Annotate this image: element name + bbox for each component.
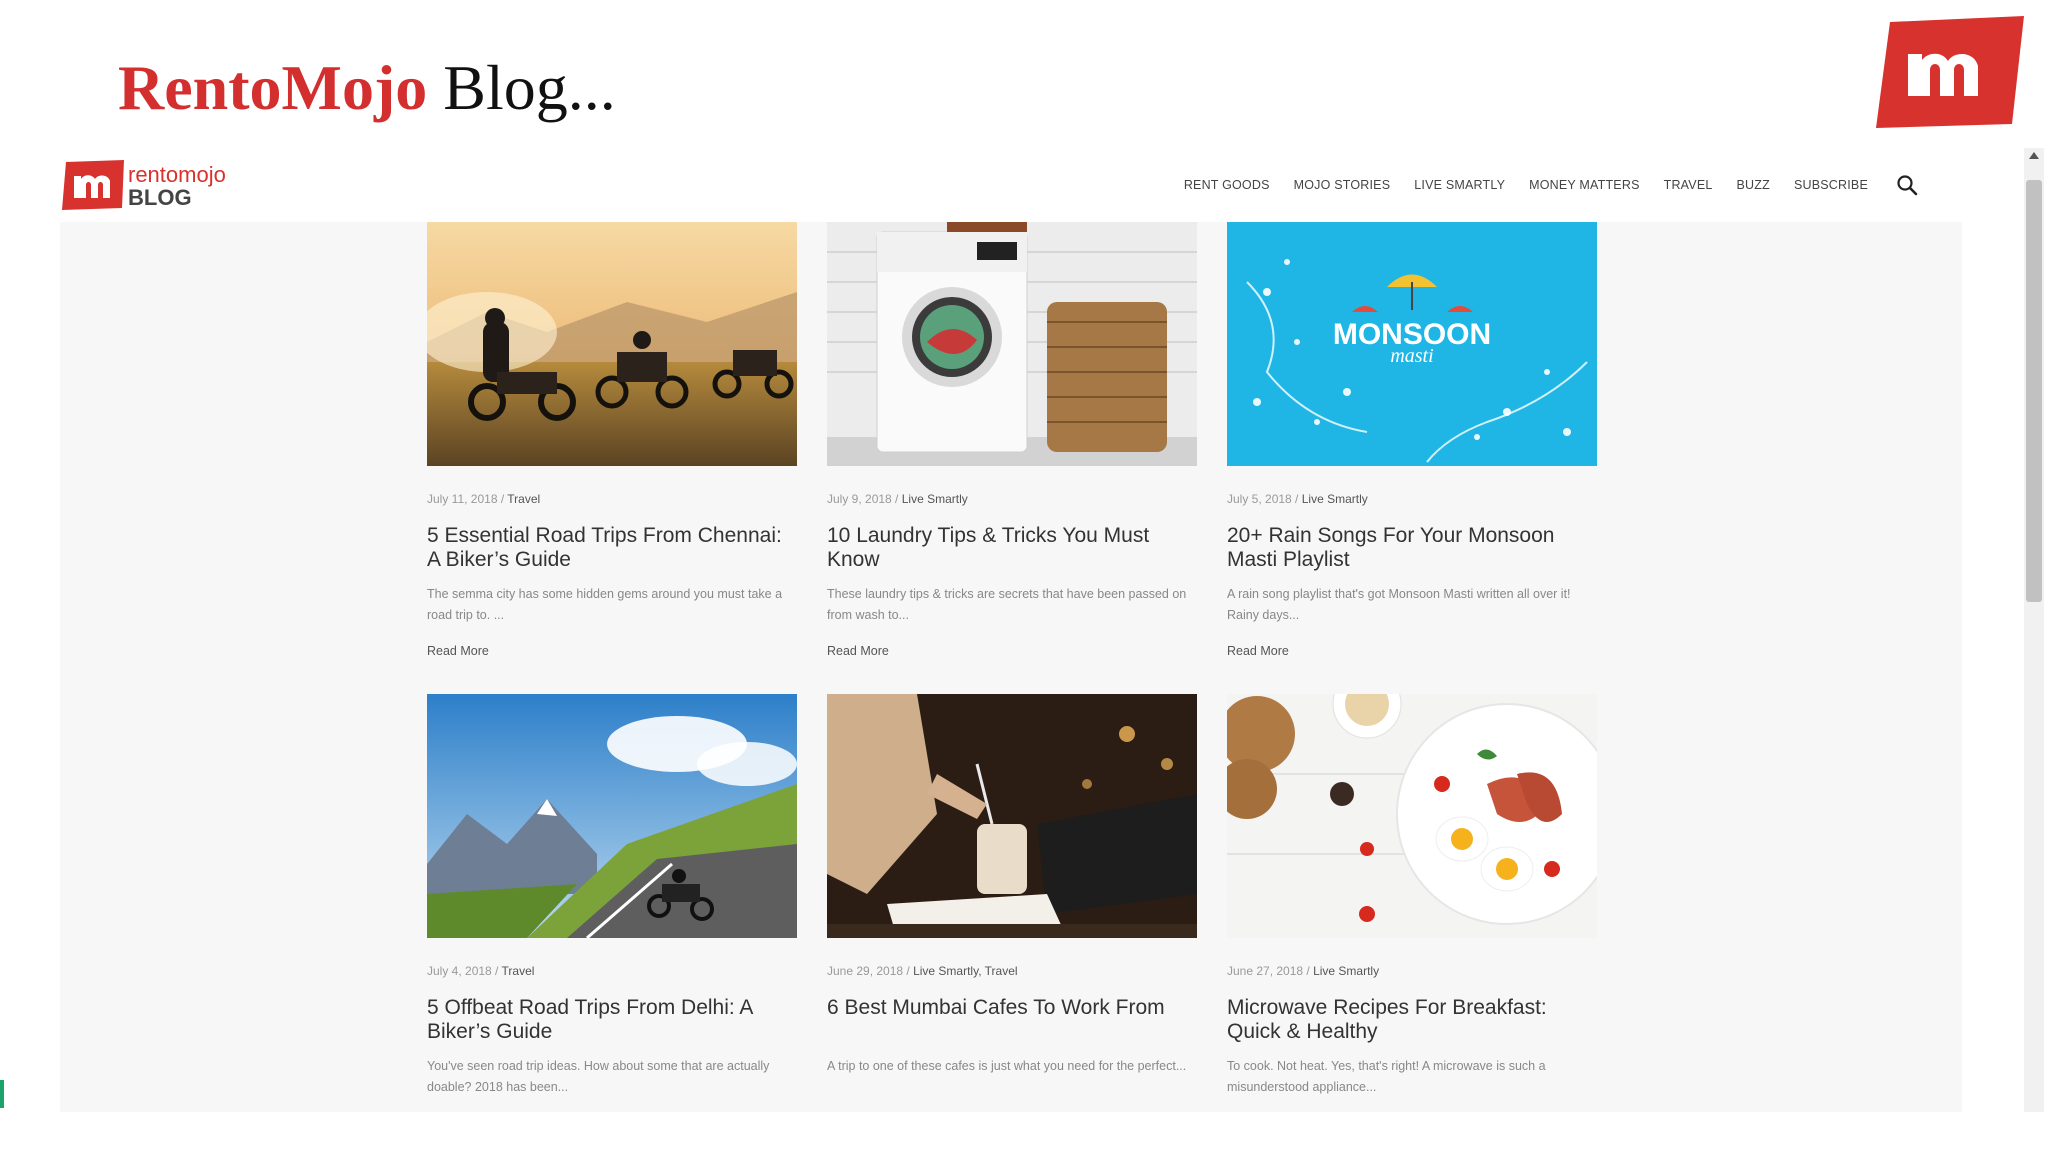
read-more-link[interactable]: Read More: [827, 644, 889, 658]
site-header: rentomojo BLOG RENT GOODS MOJO STORIES L…: [60, 148, 1962, 222]
post-image[interactable]: [827, 222, 1197, 466]
post-meta: June 27, 2018 / Live Smartly: [1227, 964, 1597, 980]
post-meta: July 5, 2018 / Live Smartly: [1227, 492, 1597, 508]
scroll-thumb[interactable]: [2026, 180, 2042, 602]
post-meta: July 4, 2018 / Travel: [427, 964, 797, 980]
slide-title-brand: RentoMojo: [118, 52, 428, 123]
post-title[interactable]: 5 Offbeat Road Trips From Delhi: A Biker…: [427, 996, 797, 1044]
post-title[interactable]: 6 Best Mumbai Cafes To Work From: [827, 996, 1197, 1044]
nav-subscribe[interactable]: SUBSCRIBE: [1794, 178, 1868, 192]
post-image[interactable]: [827, 694, 1197, 938]
post-image[interactable]: MONSOON masti: [1227, 222, 1597, 466]
nav-rent-goods[interactable]: RENT GOODS: [1184, 178, 1270, 192]
post-date: July 11, 2018 /: [427, 492, 505, 506]
nav-money-matters[interactable]: MONEY MATTERS: [1529, 178, 1639, 192]
post-title[interactable]: 5 Essential Road Trips From Chennai: A B…: [427, 524, 797, 572]
post-excerpt: A rain song playlist that's got Monsoon …: [1227, 587, 1571, 622]
monsoon-image-subtext: masti: [1390, 345, 1433, 367]
post-category[interactable]: Travel: [502, 964, 535, 978]
post-card: July 9, 2018 / Live Smartly 10 Laundry T…: [827, 222, 1197, 660]
nav-travel[interactable]: TRAVEL: [1664, 178, 1713, 192]
post-date: June 27, 2018 /: [1227, 964, 1310, 978]
scrollbar[interactable]: [2024, 148, 2044, 1112]
post-category[interactable]: Live Smartly: [902, 492, 968, 506]
post-card: MONSOON masti July 5, 2018 / Live Smartl…: [1227, 222, 1597, 660]
blog-screenshot: rentomojo BLOG RENT GOODS MOJO STORIES L…: [60, 148, 1962, 1112]
post-image[interactable]: [427, 694, 797, 938]
read-more-link[interactable]: Read More: [427, 644, 489, 658]
post-card: July 11, 2018 / Travel 5 Essential Road …: [427, 222, 797, 660]
post-card: July 4, 2018 / Travel 5 Offbeat Road Tri…: [427, 694, 797, 1098]
blog-logo[interactable]: rentomojo BLOG: [62, 158, 262, 212]
main-nav: RENT GOODS MOJO STORIES LIVE SMARTLY MON…: [1184, 174, 1918, 196]
post-meta: July 11, 2018 / Travel: [427, 492, 797, 508]
blog-logo-sub: BLOG: [128, 185, 192, 210]
post-title[interactable]: 20+ Rain Songs For Your Monsoon Masti Pl…: [1227, 524, 1597, 572]
post-title[interactable]: 10 Laundry Tips & Tricks You Must Know: [827, 524, 1197, 572]
post-image[interactable]: [427, 222, 797, 466]
post-meta: June 29, 2018 / Live Smartly, Travel: [827, 964, 1197, 980]
post-excerpt: A trip to one of these cafes is just wha…: [827, 1059, 1187, 1073]
post-meta: July 9, 2018 / Live Smartly: [827, 492, 1197, 508]
post-excerpt: These laundry tips & tricks are secrets …: [827, 587, 1187, 622]
nav-buzz[interactable]: BUZZ: [1737, 178, 1770, 192]
blog-logo-word: rentomojo: [128, 162, 226, 187]
post-excerpt: You've seen road trip ideas. How about s…: [427, 1059, 770, 1094]
slide-accent-mark: [0, 1080, 4, 1108]
post-category[interactable]: Live Smartly: [1313, 964, 1379, 978]
post-title[interactable]: Microwave Recipes For Breakfast: Quick &…: [1227, 996, 1597, 1044]
post-excerpt: To cook. Not heat. Yes, that's right! A …: [1227, 1059, 1546, 1094]
rentomojo-logo-icon: [1876, 16, 2024, 128]
post-image[interactable]: [1227, 694, 1597, 938]
search-icon[interactable]: [1896, 174, 1918, 196]
post-category[interactable]: Live Smartly, Travel: [913, 964, 1017, 978]
post-date: July 9, 2018 /: [827, 492, 899, 506]
post-excerpt: The semma city has some hidden gems arou…: [427, 587, 783, 622]
post-date: July 5, 2018 /: [1227, 492, 1299, 506]
post-card: June 29, 2018 / Live Smartly, Travel 6 B…: [827, 694, 1197, 1098]
nav-live-smartly[interactable]: LIVE SMARTLY: [1414, 178, 1505, 192]
nav-mojo-stories[interactable]: MOJO STORIES: [1294, 178, 1391, 192]
post-date: July 4, 2018 /: [427, 964, 499, 978]
read-more-link[interactable]: Read More: [1227, 644, 1289, 658]
scroll-up-arrow-icon[interactable]: [2029, 152, 2039, 159]
slide-title: RentoMojo Blog...: [118, 48, 616, 128]
post-category[interactable]: Travel: [507, 492, 540, 506]
post-card: June 27, 2018 / Live Smartly Microwave R…: [1227, 694, 1597, 1098]
slide-title-rest: Blog...: [443, 52, 616, 123]
post-category[interactable]: Live Smartly: [1302, 492, 1368, 506]
post-date: June 29, 2018 /: [827, 964, 910, 978]
post-grid: July 11, 2018 / Travel 5 Essential Road …: [60, 222, 1962, 1112]
